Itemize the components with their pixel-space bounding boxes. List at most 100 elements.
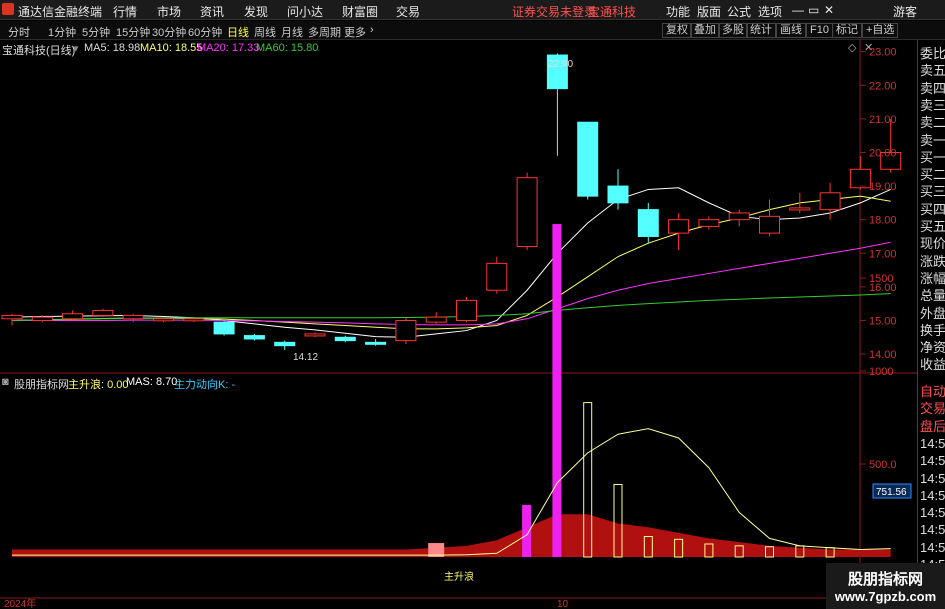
- volume-tick-label: 500.0: [869, 459, 897, 471]
- quote-panel-label: 净资: [920, 340, 945, 356]
- period-tab-monthly[interactable]: 月线: [281, 24, 303, 40]
- candle-body: [486, 262, 508, 291]
- period-tab-5min[interactable]: 5分钟: [82, 24, 110, 40]
- quote-panel-label: 14:56: [920, 453, 945, 469]
- restore-icon[interactable]: ▭: [808, 3, 819, 17]
- app-logo-icon: [2, 3, 14, 15]
- chart-canvas[interactable]: 23.0022.0021.0020.0019.0018.0017.0016.00…: [0, 40, 917, 609]
- price-tick-label: 17.00: [869, 248, 897, 260]
- quote-panel-label: 委比: [920, 46, 945, 61]
- quote-panel-label: 外盘: [920, 305, 945, 321]
- date-mid-label: 10: [557, 599, 569, 609]
- candle-body: [789, 207, 811, 211]
- quote-panel: 委比 卖五 卖四 卖三 卖二 卖一 买一 买二 买三 买四 买五 现价 涨跌 涨幅 总量 外盘 换手 净资 收益 自动…: [917, 40, 945, 609]
- candle-body: [1, 314, 23, 320]
- candle-body: [62, 313, 84, 320]
- tool-stats-button[interactable]: 统计: [746, 23, 776, 38]
- candle-body: [334, 336, 356, 342]
- menu-bar: 通达信金融终端 行情 市场 资讯 发现 问小达 财富圈 交易 证券交易未登录 宝…: [0, 0, 945, 20]
- quote-panel-label: 买一: [920, 149, 945, 165]
- candle-body: [728, 212, 750, 221]
- current-stock-name: 宝通科技: [588, 5, 637, 19]
- period-tab-60min[interactable]: 60分钟: [188, 24, 222, 40]
- period-tab-30min[interactable]: 30分钟: [152, 24, 186, 40]
- candle-body: [122, 314, 144, 320]
- menu-item-quotes[interactable]: 行情: [113, 3, 137, 20]
- period-tab-15min[interactable]: 15分钟: [116, 24, 150, 40]
- quote-panel-label: 交易: [920, 401, 945, 417]
- menu-item-trade[interactable]: 交易: [396, 3, 420, 20]
- quote-panel-label: 买二: [920, 167, 945, 183]
- candle-body: [668, 219, 690, 234]
- candle-body: [274, 341, 296, 347]
- price-tick-label: 14.00: [869, 349, 897, 361]
- tool-favorite-button[interactable]: +自选: [862, 23, 899, 38]
- menu-item-layout[interactable]: 版面: [697, 3, 721, 20]
- close-icon[interactable]: ✕: [824, 3, 834, 17]
- quote-panel-label: 买五: [920, 219, 945, 234]
- menu-item-discover[interactable]: 发现: [244, 3, 268, 20]
- quote-panel-label: 14:56: [920, 435, 945, 451]
- watermark-line2: www.7gpzb.com: [834, 589, 937, 604]
- menu-item-formula[interactable]: 公式: [727, 3, 751, 20]
- candle-body: [31, 316, 53, 321]
- quote-panel-label: 14:56: [920, 522, 945, 538]
- price-tick-label: 22.00: [869, 80, 897, 92]
- menu-item-options[interactable]: 选项: [758, 3, 782, 20]
- quote-panel-label: 收益: [920, 357, 945, 373]
- quote-panel-label: 卖一: [920, 132, 945, 148]
- zsl-marker-label: 主升浪: [444, 570, 474, 583]
- quote-panel-label: 卖五: [920, 63, 945, 79]
- quote-panel-label: 卖四: [920, 80, 945, 96]
- candle-body: [849, 168, 871, 189]
- watermark-logo: 股朋指标网 www.7gpzb.com: [826, 563, 945, 609]
- candle-body: [183, 318, 205, 322]
- period-tab-weekly[interactable]: 周线: [254, 24, 276, 40]
- high-price-annotation: 22.90: [548, 59, 573, 70]
- menu-item-market[interactable]: 市场: [157, 3, 181, 20]
- candle-body: [607, 185, 629, 204]
- minimize-icon[interactable]: —: [792, 3, 804, 17]
- candle-body: [698, 219, 720, 227]
- quote-panel-label: 14:56: [920, 470, 945, 486]
- period-tab-1min[interactable]: 1分钟: [48, 24, 76, 40]
- guest-label[interactable]: 游客: [893, 3, 917, 20]
- period-tab-multi[interactable]: 多周期: [308, 24, 341, 40]
- candle-body: [153, 318, 174, 322]
- tool-overlay-button[interactable]: 叠加: [690, 23, 720, 38]
- ma10-line: [11, 195, 891, 330]
- login-status[interactable]: 证券交易未登录: [512, 3, 596, 20]
- cursor-value: 751.56: [876, 487, 907, 498]
- tool-adjust-button[interactable]: 复权: [662, 23, 692, 38]
- candle-body: [759, 215, 780, 234]
- candle-body: [92, 309, 114, 316]
- candle-body: [577, 121, 599, 197]
- quote-panel-label: 涨幅: [920, 270, 945, 286]
- menu-item-wealth[interactable]: 财富圈: [342, 3, 378, 20]
- price-tick-label: 19.00: [869, 181, 897, 193]
- tool-multistock-button[interactable]: 多股: [718, 23, 748, 38]
- period-tab-more[interactable]: 更多: [344, 24, 366, 40]
- low-price-annotation: 14.12: [293, 352, 318, 363]
- main-force-bar: [552, 224, 562, 557]
- ma60-line: [11, 293, 891, 321]
- chevron-right-icon[interactable]: ›: [370, 24, 374, 36]
- menu-item-function[interactable]: 功能: [666, 3, 690, 20]
- ma5-line: [11, 187, 891, 338]
- period-tab-timeshare[interactable]: 分时: [8, 24, 30, 40]
- ma20-line: [12, 241, 891, 326]
- menu-item-news[interactable]: 资讯: [200, 3, 224, 20]
- quote-panel-label: 涨跌: [920, 253, 945, 269]
- quote-panel-label: 总量: [920, 288, 945, 304]
- quote-panel-label: 14:56: [920, 505, 945, 521]
- tool-draw-button[interactable]: 画线: [776, 23, 806, 38]
- candle-body: [456, 299, 477, 321]
- tool-f10-button[interactable]: F10: [806, 23, 833, 38]
- quote-panel-label: 盘后: [920, 418, 945, 434]
- menu-item-ask[interactable]: 问小达: [287, 3, 323, 20]
- candle-body: [304, 333, 326, 337]
- candle-body: [819, 192, 841, 211]
- tool-mark-button[interactable]: 标记: [832, 23, 862, 38]
- period-tab-daily[interactable]: 日线: [227, 24, 249, 40]
- quote-panel-label: 自动: [920, 384, 945, 399]
